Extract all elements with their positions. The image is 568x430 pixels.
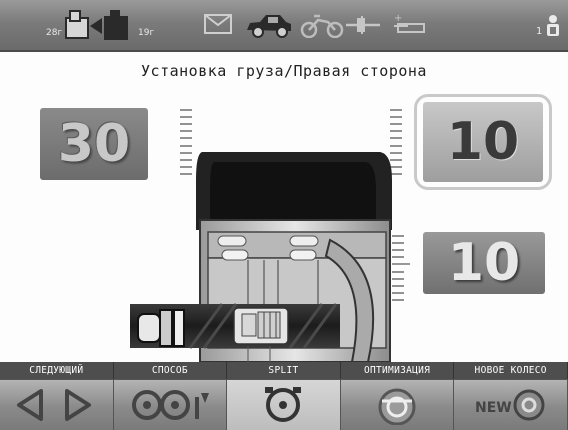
right-top-weight-display: 10 [423,102,543,182]
car-icon[interactable] [244,12,294,42]
optimization-button[interactable] [340,379,455,430]
user-icon[interactable] [545,14,561,42]
optimization-wheel-icon [378,388,416,425]
top-status-bar: 28г 19г + 1 [0,0,568,52]
method-button[interactable] [113,379,228,430]
weight-method-icon [131,390,209,420]
user-number: 1 [536,26,543,37]
adhesive-weight-icon[interactable]: + [392,12,432,40]
wheel-width-measure-icon[interactable] [64,8,136,48]
split-button[interactable] [227,379,341,430]
new-wheel-button[interactable]: NEW [454,379,568,430]
softkey-label-bar: СЛЕДУЮЩИЙ СПОСОБ SPLIT ОПТИМИЗАЦИЯ НОВОЕ… [0,362,568,379]
right-bottom-weight-display: 10 [423,232,545,294]
split-wheel-icon [265,387,302,422]
arrows-left-right-icon [17,389,92,421]
menu-label-new-wheel: НОВОЕ КОЛЕСО [454,362,568,379]
new-wheel-icon: NEW [475,389,545,421]
motorcycle-icon[interactable] [300,12,344,42]
softkey-button-bar: NEW [0,379,568,430]
svg-text:+: + [394,13,402,24]
menu-label-split: SPLIT [227,362,341,379]
right-plane-size: 19г [138,28,155,38]
menu-label-method: СПОСОБ [114,362,228,379]
new-badge-text: NEW [475,400,512,416]
left-plane-size: 28г [46,28,63,38]
menu-label-next: СЛЕДУЮЩИЙ [0,362,114,379]
mail-icon[interactable] [204,14,232,38]
page-title: Установка груза/Правая сторона [141,62,427,80]
clip-weight-icon[interactable] [346,16,380,38]
menu-label-optimization: ОПТИМИЗАЦИЯ [341,362,455,379]
next-button[interactable] [0,379,114,430]
wheel-cross-section [130,152,392,363]
balancer-screen: 28г 19г + 1 Установка груза/Правая сторо… [0,0,568,430]
